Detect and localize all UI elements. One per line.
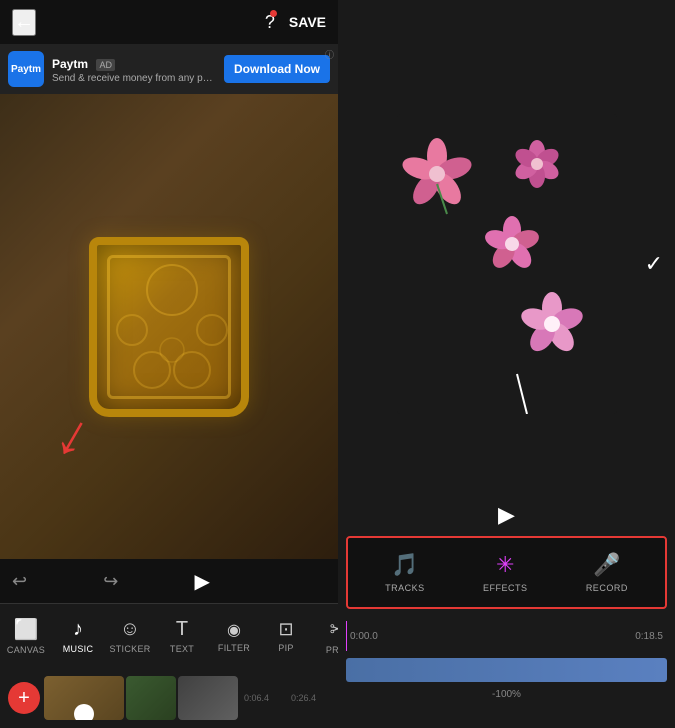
cup-visual <box>89 237 249 417</box>
right-timeline: 0:00.0 0:18.5 -100% <box>338 617 675 728</box>
clip-3[interactable] <box>178 676 238 720</box>
pip-label: PIP <box>278 643 293 653</box>
timeline-clips: 0:06.4 0:26.4 <box>44 673 330 723</box>
clip-2[interactable] <box>126 676 176 720</box>
left-panel: ← ? SAVE Paytm Paytm AD Send & receive m… <box>0 0 338 728</box>
scissors-icon: ✂ <box>330 617 338 642</box>
right-play-indicator: ▶ <box>498 502 515 528</box>
tracks-icon: 🎵 <box>391 552 418 578</box>
zoom-indicator: -100% <box>346 689 667 700</box>
timeline: + 0:06.4 0:26.4 <box>0 668 338 728</box>
canvas-icon: ⬜ <box>14 617 39 642</box>
download-button[interactable]: Download Now <box>224 55 330 83</box>
ad-info-icon: ⓘ <box>325 48 334 61</box>
right-clip[interactable] <box>346 658 667 682</box>
ad-subtitle: Send & receive money from any phone ... <box>52 73 216 84</box>
editing-tools-bar: ⬜ CANVAS ♪ MUSIC ☺ STICKER T TEXT ◉ FILT… <box>0 603 338 668</box>
right-video-preview: ✓ ▶ <box>338 0 675 528</box>
text-icon: T <box>176 618 188 641</box>
edit-toolbar: ↩ ↪ ▶ <box>0 559 338 603</box>
more-tool[interactable]: ✂ PRI... <box>312 617 338 655</box>
action-panel: 🎵 TRACKS ✳ EFFECTS 🎤 RECORD <box>346 536 667 609</box>
timeline-progress: 0:00.0 <box>350 631 378 642</box>
effects-action[interactable]: ✳ EFFECTS <box>483 552 528 593</box>
right-panel: ✓ ▶ 🎵 TRACKS ✳ EFFECTS 🎤 RECORD 0:00.0 <box>338 0 675 728</box>
filter-icon: ◉ <box>227 620 241 640</box>
filter-label: FILTER <box>218 643 250 653</box>
music-icon: ♪ <box>73 618 83 641</box>
pip-tool[interactable]: ⊡ PIP <box>260 619 312 653</box>
undo-button[interactable]: ↩ <box>12 571 27 592</box>
timeline-cursor-row: 0:00.0 0:18.5 <box>346 621 667 651</box>
ad-logo: Paytm <box>8 51 44 87</box>
sticker-label: STICKER <box>109 644 150 654</box>
pip-icon: ⊡ <box>278 619 293 640</box>
filter-tool[interactable]: ◉ FILTER <box>208 620 260 653</box>
ad-banner: Paytm Paytm AD Send & receive money from… <box>0 44 338 94</box>
help-icon[interactable]: ? <box>265 12 275 33</box>
text-label: TEXT <box>170 644 194 654</box>
flowers-svg <box>397 114 617 414</box>
video-preview: ↓ <box>0 94 338 559</box>
ad-tag: AD <box>96 59 115 71</box>
right-clip-row <box>346 655 667 685</box>
effects-icon: ✳ <box>496 552 514 578</box>
back-button[interactable]: ← <box>12 9 36 36</box>
confirm-button[interactable]: ✓ <box>645 251 663 277</box>
clip-thumb <box>74 704 94 720</box>
tracks-action[interactable]: 🎵 TRACKS <box>385 552 425 593</box>
record-label: RECORD <box>586 583 628 593</box>
redo-button[interactable]: ↪ <box>103 571 118 592</box>
record-action[interactable]: 🎤 RECORD <box>586 552 628 593</box>
text-tool[interactable]: T TEXT <box>156 618 208 654</box>
video-preview-inner: ↓ <box>0 94 338 559</box>
add-clip-button[interactable]: + <box>8 682 40 714</box>
canvas-tool[interactable]: ⬜ CANVAS <box>0 617 52 655</box>
timeline-time-start: 0:06.4 <box>244 693 269 703</box>
flowers-background <box>397 114 617 414</box>
ad-title: Paytm AD <box>52 55 216 73</box>
notification-dot <box>270 10 277 17</box>
microphone-icon: 🎤 <box>593 552 620 578</box>
timeline-time-end: 0:26.4 <box>291 693 316 703</box>
canvas-label: CANVAS <box>7 645 45 655</box>
tracks-label: TRACKS <box>385 583 425 593</box>
flowers-scene <box>397 114 617 414</box>
effects-label: EFFECTS <box>483 583 528 593</box>
sticker-icon: ☺ <box>120 618 140 641</box>
music-tool[interactable]: ♪ MUSIC <box>52 618 104 654</box>
music-label: MUSIC <box>63 644 94 654</box>
top-bar: ← ? SAVE <box>0 0 338 44</box>
timeline-cursor <box>346 621 347 651</box>
sticker-tool[interactable]: ☺ STICKER <box>104 618 156 654</box>
save-button[interactable]: SAVE <box>289 14 326 30</box>
more-label: PRI... <box>326 645 338 655</box>
right-bottom: 🎵 TRACKS ✳ EFFECTS 🎤 RECORD 0:00.0 0:18.… <box>338 528 675 728</box>
ad-text: Paytm AD Send & receive money from any p… <box>52 55 216 84</box>
play-button[interactable]: ▶ <box>194 569 209 594</box>
cup-svg <box>102 250 242 415</box>
clip-1[interactable] <box>44 676 124 720</box>
top-bar-right: ? SAVE <box>265 12 326 33</box>
timeline-duration: 0:18.5 <box>635 631 663 642</box>
